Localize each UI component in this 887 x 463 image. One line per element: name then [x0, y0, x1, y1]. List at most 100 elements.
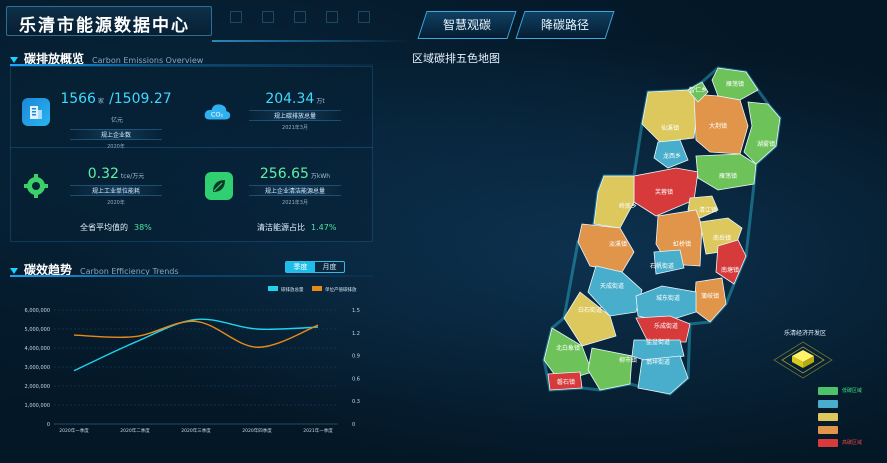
kpi-value-secondary: /1509.27 — [109, 91, 172, 107]
map-region-label: 淡溪镇 — [609, 240, 627, 248]
chart-legend-label: 单位产值碳排放 — [325, 286, 357, 293]
map-region-label: 南岳镇 — [713, 234, 731, 242]
district-map: 雁荡镇仙溪镇 大荆镇湖雾镇智仁乡龙西乡芙蓉镇雁荡镇岭底乡清江镇淡溪镇 虹桥镇南岳镇石… — [542, 66, 782, 396]
map-region-label: 盐盆街道 — [646, 338, 670, 346]
section-marker-icon — [10, 56, 18, 63]
map-region-label: 乐成街道 — [654, 322, 678, 330]
kpi-clean-energy: 256.65 万kWh 规上企业清洁能源总量 2021年3月 — [240, 163, 350, 206]
ratio-provincial-average: 全省平均值的 38% — [80, 223, 152, 232]
map-region[interactable] — [693, 277, 727, 323]
series-line-0 — [73, 318, 319, 372]
y-left-tick-label: 1,000,000 — [25, 403, 50, 409]
map-region-label: 雁荡镇 — [726, 80, 744, 88]
kpi-date: 2021年3月 — [282, 125, 308, 131]
ratio-clean-energy: 清洁能源占比 1.47% — [257, 223, 337, 232]
tab-carbon-reduction-path[interactable]: 降碳路径 — [515, 11, 615, 39]
map-region-label: 虹桥镇 — [673, 240, 691, 248]
map-region[interactable] — [587, 347, 633, 391]
kpi-enterprise-count: 1566 家 /1509.27亿元 规上企业数 2020年 — [58, 88, 174, 150]
map-region[interactable] — [641, 89, 699, 143]
x-tick-label: 2020年二季度 — [120, 427, 150, 434]
kpi-date: 2021年3月 — [282, 200, 308, 206]
toggle-quarterly[interactable]: 季度 — [286, 262, 315, 272]
map-region[interactable] — [743, 101, 781, 165]
carbon-efficiency-chart: 0 1,000,000 2,000,000 3,000,000 4,000,000 5,0… — [25, 286, 360, 434]
gear-icon — [22, 172, 50, 200]
y-left-tick-label: 4,000,000 — [25, 346, 50, 352]
map-region-label: 大荆镇 — [709, 122, 727, 130]
y-right-tick-label: 0 — [352, 422, 355, 428]
kpi-unit-energy: 0.32 tce/万元 规上工业单位能耗 2020年 — [58, 163, 174, 206]
map-region-label: 智仁乡 — [689, 86, 707, 94]
y-left-tick-label: 5,000,000 — [25, 327, 50, 333]
map-region-label: 白石街道 — [578, 306, 602, 314]
y-right-tick-label: 0.9 — [352, 354, 360, 360]
trend-divider — [10, 275, 373, 277]
x-tick-label: 2020年四季度 — [242, 427, 272, 434]
map-region-label: 芙蓉镇 — [655, 188, 673, 196]
map-region-label: 翁垟街道 — [646, 358, 670, 366]
map-region[interactable] — [715, 239, 747, 285]
app-title: 乐清市能源数据中心 — [19, 16, 190, 36]
title-box: 乐清市能源数据中心 — [6, 6, 212, 36]
chart-legend-label: 碳排放总量 — [281, 286, 304, 293]
legend-item — [818, 398, 862, 409]
map-legend: 低碳区域 高碳区域 — [818, 385, 862, 450]
map-region-label: 龙西乡 — [663, 152, 681, 160]
map-region-label: 柳市镇 — [619, 356, 637, 364]
economic-zone-icon — [773, 341, 833, 379]
y-left-tick-label: 2,000,000 — [25, 384, 50, 390]
kpi-label: 规上企业数 — [70, 129, 162, 140]
x-tick-label: 2020年一季度 — [59, 427, 89, 434]
map-region-label: 仙溪镇 — [661, 124, 679, 132]
map-region-label: 湖雾镇 — [757, 140, 775, 148]
map-region[interactable] — [653, 249, 685, 275]
kpi-label: 规上企业清洁能源总量 — [249, 185, 341, 196]
kpi-value: 204.34 — [265, 91, 315, 107]
kpi-value: 256.65 — [259, 166, 309, 182]
header-decoration — [230, 8, 410, 30]
chart-legend-swatch — [312, 286, 322, 291]
map-region-label: 磐石镇 — [557, 378, 575, 386]
kpi-value: 1566 — [60, 91, 96, 107]
legend-item — [818, 411, 862, 422]
title-underline — [212, 40, 412, 42]
series-line-1 — [73, 320, 319, 348]
y-right-tick-label: 0.3 — [352, 399, 360, 405]
building-icon — [22, 98, 50, 126]
map-region-label: 清江镇 — [699, 206, 717, 214]
header: 乐清市能源数据中心 智慧观碳 降碳路径 — [0, 0, 887, 44]
kpi-label: 规上碳排放总量 — [249, 110, 341, 121]
y-left-tick-label: 6,000,000 — [25, 308, 50, 314]
zone-label: 乐清经济开发区 — [784, 330, 827, 337]
x-tick-label: 2021年一季度 — [303, 427, 333, 434]
kpi-divider — [10, 147, 373, 148]
tab-smart-carbon[interactable]: 智慧观碳 — [417, 11, 517, 39]
section-marker-icon — [10, 267, 18, 274]
map-region-label: 蒲岐镇 — [701, 292, 719, 300]
map-region[interactable] — [695, 153, 757, 191]
toggle-monthly[interactable]: 月度 — [315, 262, 344, 272]
chart-legend-swatch — [268, 286, 278, 291]
legend-item: 低碳区域 — [818, 385, 862, 396]
kpi-carbon-emissions: 204.34 万t 规上碳排放总量 2021年3月 — [240, 88, 350, 131]
kpi-value: 0.32 — [87, 166, 119, 182]
y-right-tick-label: 1.2 — [352, 331, 360, 337]
tab-label: 智慧观碳 — [442, 18, 491, 32]
y-right-tick-label: 0.6 — [352, 376, 360, 382]
tab-label: 降碳路径 — [540, 18, 589, 32]
y-left-tick-label: 0 — [47, 422, 50, 428]
map-region-label: 雁荡镇 — [719, 172, 737, 180]
kpi-label: 规上工业单位能耗 — [70, 185, 162, 196]
co2-cloud-icon: CO₂ — [203, 98, 231, 126]
map-region[interactable] — [577, 223, 635, 273]
leaf-icon — [205, 172, 233, 200]
svg-text:CO₂: CO₂ — [211, 111, 224, 119]
map-region-label: 岭底乡 — [619, 202, 637, 210]
map-region-label: 南塘镇 — [721, 266, 739, 274]
legend-item — [818, 424, 862, 435]
map-title: 区域碳排五色地图 — [412, 52, 500, 65]
y-left-tick-label: 3,000,000 — [25, 365, 50, 371]
kpi-date: 2020年 — [107, 200, 125, 206]
period-toggle[interactable]: 季度 月度 — [285, 261, 345, 273]
